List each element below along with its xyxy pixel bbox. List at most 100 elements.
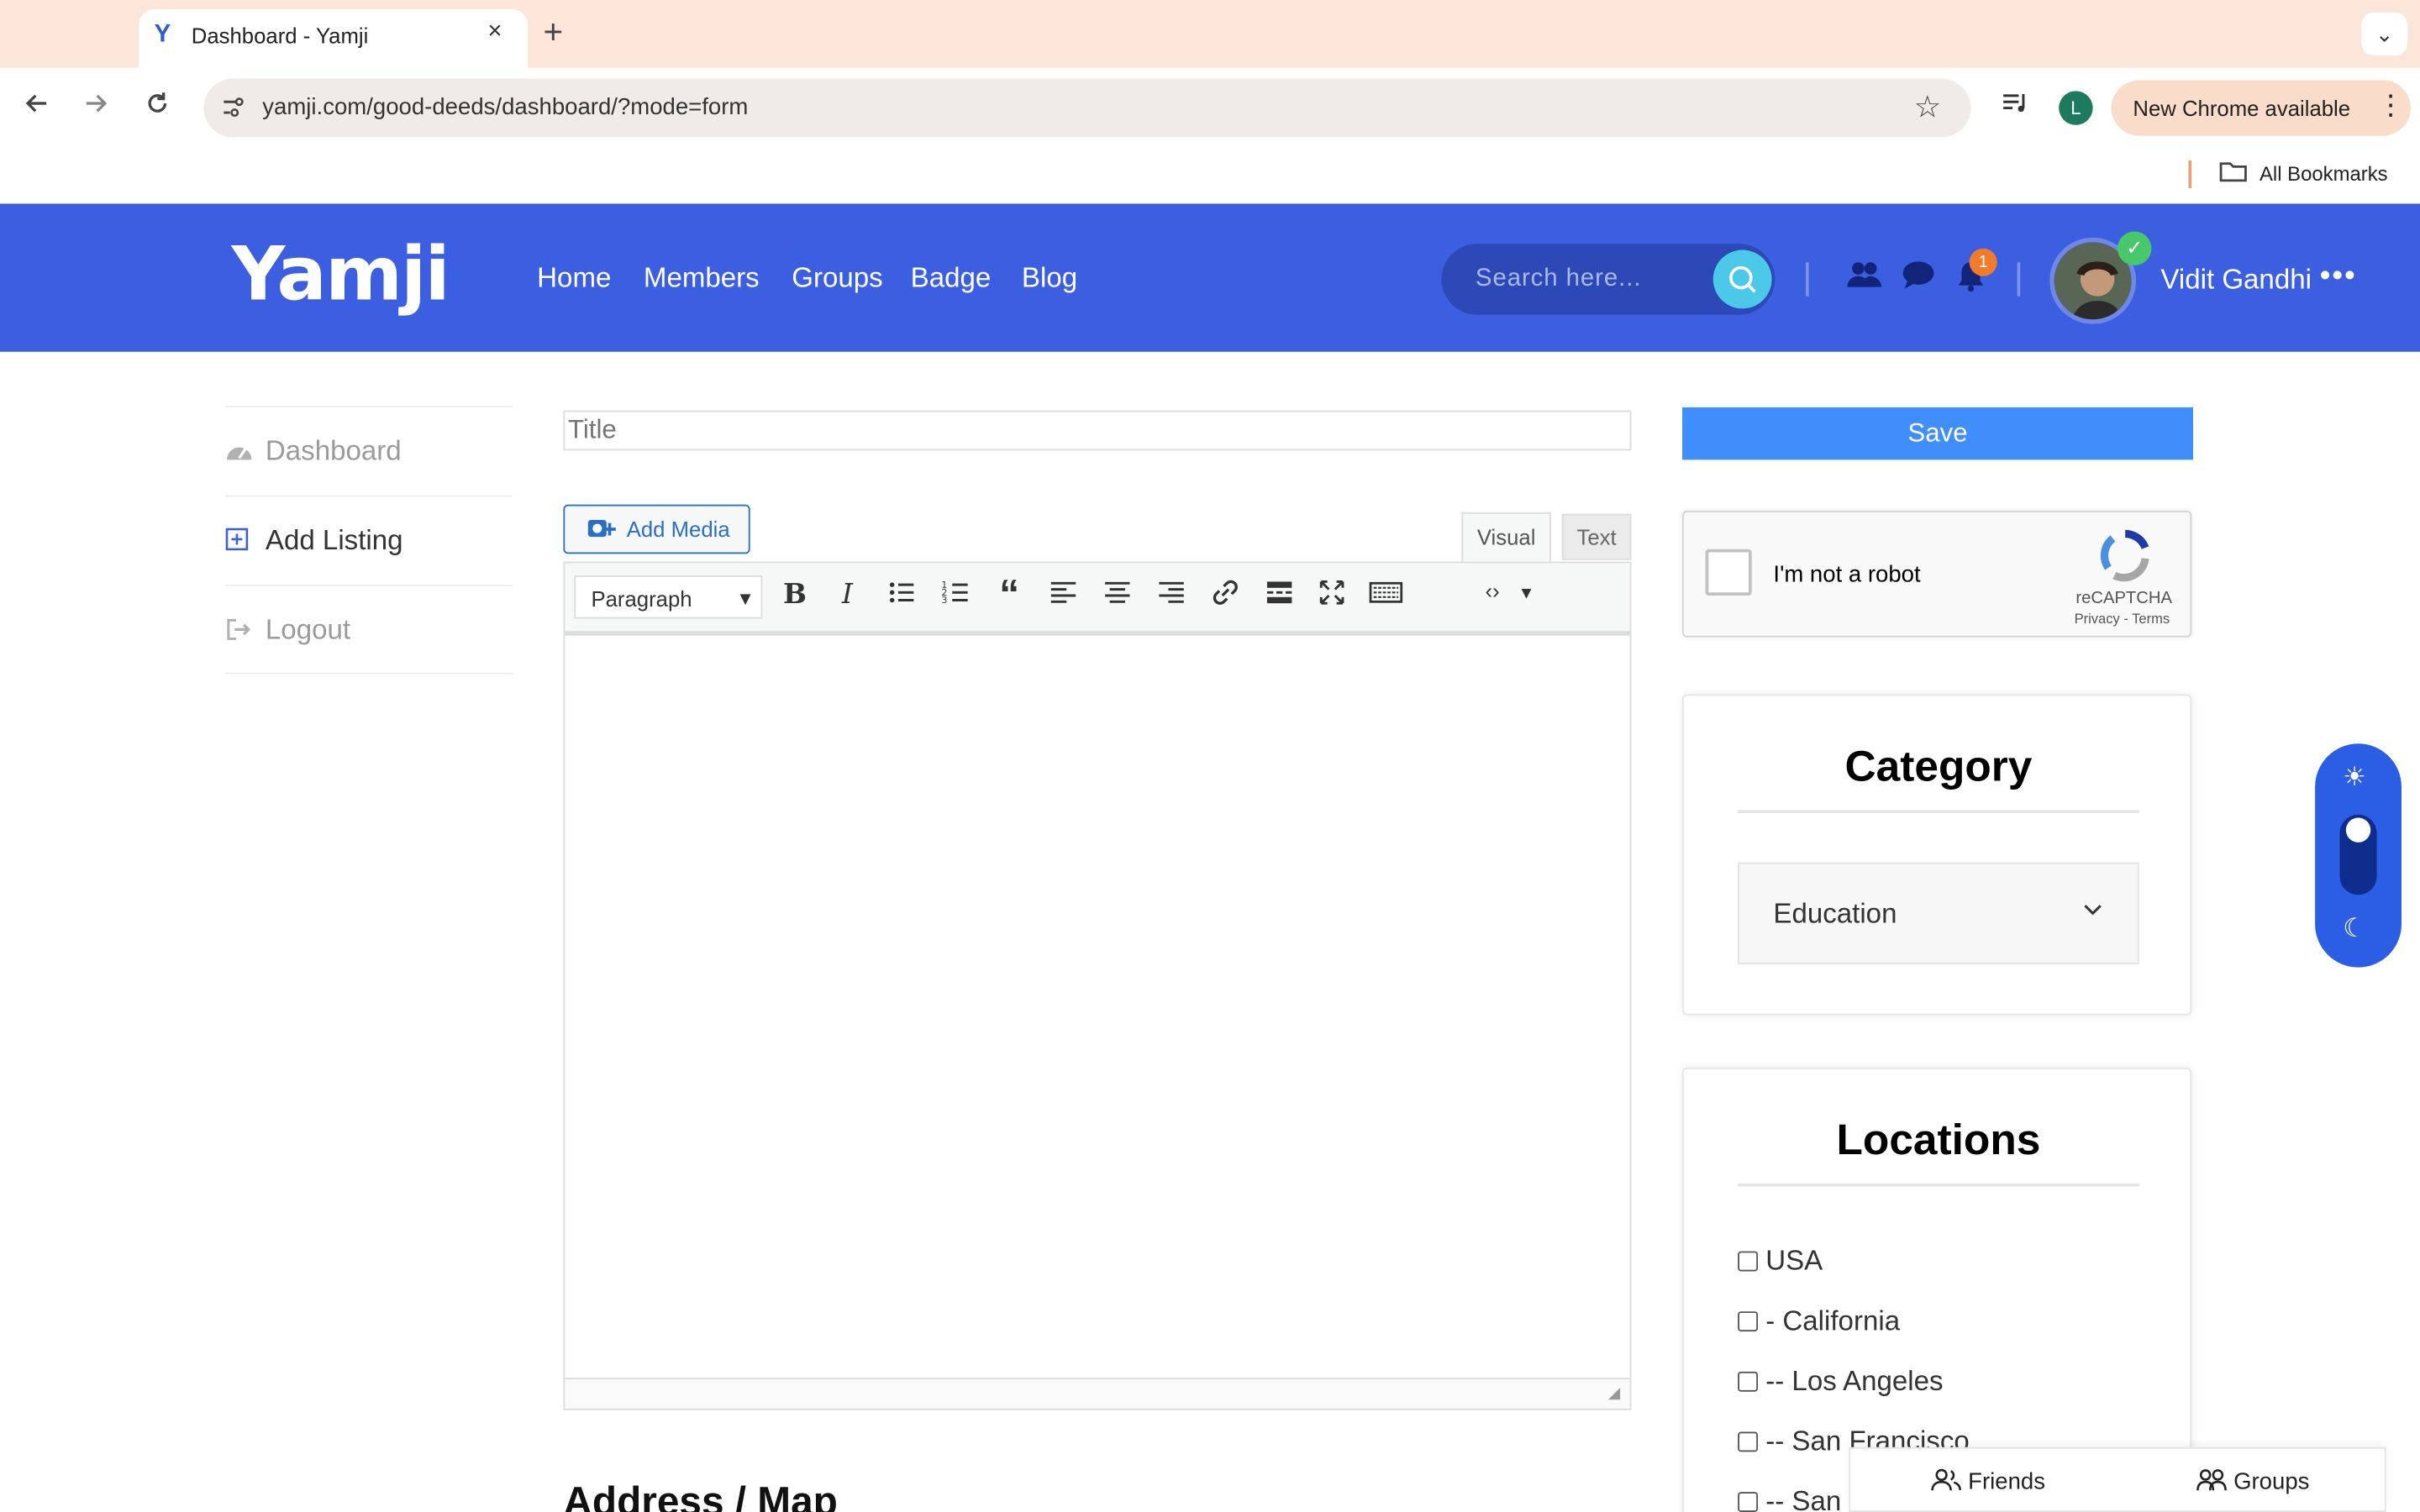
dropdown-arrow-icon: ▼	[736, 587, 755, 610]
recaptcha-checkbox[interactable]	[1705, 549, 1752, 596]
site-info-icon[interactable]	[219, 94, 247, 122]
new-chrome-button[interactable]: New Chrome available ⋮	[2111, 80, 2411, 136]
read-more-icon[interactable]	[1260, 579, 1300, 614]
editor-toolbar: Paragraph ▼ B I 123 “ ‹› ▼	[563, 561, 1632, 633]
chevron-down-icon	[2082, 898, 2104, 924]
new-chrome-label: New Chrome available	[2133, 95, 2351, 121]
numbered-list-icon[interactable]: 123	[935, 579, 976, 614]
align-left-icon[interactable]	[1044, 579, 1084, 614]
browser-tab[interactable]: Y Dashboard - Yamji ×	[139, 9, 529, 68]
close-tab-icon[interactable]: ×	[487, 18, 502, 46]
bold-icon[interactable]: B	[775, 579, 815, 612]
dashboard-icon	[225, 438, 253, 471]
back-arrow-icon[interactable]	[18, 90, 55, 125]
editor-content-area[interactable]	[563, 633, 1632, 1380]
category-divider	[1738, 810, 2139, 813]
link-icon[interactable]	[1205, 579, 1245, 614]
recaptcha-widget: I'm not a robot reCAPTCHA Privacy - Term…	[1682, 510, 2192, 638]
groups-tab[interactable]: Groups	[2196, 1467, 2310, 1495]
location-label: -- Los Angeles	[1765, 1365, 1944, 1397]
verified-check-icon: ✓	[2118, 231, 2152, 265]
location-label: USA	[1765, 1245, 1823, 1276]
moon-icon: ☾	[2343, 913, 2367, 943]
tab-visual[interactable]: Visual	[1461, 512, 1551, 562]
friends-tab[interactable]: Friends	[1931, 1467, 2045, 1495]
location-checkbox[interactable]	[1738, 1251, 1759, 1272]
nav-home[interactable]: Home	[537, 262, 611, 295]
bookmark-star-icon[interactable]: ☆	[1914, 88, 1942, 127]
location-option-california[interactable]: - California	[1738, 1305, 1900, 1338]
nav-members[interactable]: Members	[644, 262, 760, 295]
recaptcha-privacy-terms[interactable]: Privacy - Terms	[2075, 611, 2170, 626]
theme-switch-knob[interactable]	[2345, 817, 2371, 843]
friends-label: Friends	[1968, 1468, 2046, 1495]
category-title: Category	[1844, 742, 2033, 790]
address-bar[interactable]: yamji.com/good-deeds/dashboard/?mode=for…	[203, 78, 1971, 138]
url-text: yamji.com/good-deeds/dashboard/?mode=for…	[262, 94, 749, 121]
tab-title: Dashboard - Yamji	[191, 23, 369, 48]
location-checkbox[interactable]	[1738, 1492, 1759, 1512]
location-option-los-angeles[interactable]: -- Los Angeles	[1738, 1365, 1944, 1399]
format-select[interactable]: Paragraph ▼	[574, 575, 763, 619]
nav-groups[interactable]: Groups	[792, 262, 882, 295]
nav-blog[interactable]: Blog	[1022, 262, 1077, 295]
align-center-icon[interactable]	[1097, 579, 1138, 614]
category-select[interactable]: Education	[1738, 862, 2139, 964]
tab-text[interactable]: Text	[1561, 513, 1632, 560]
locations-divider	[1738, 1183, 2139, 1187]
bookmarks-bar: All Bookmarks	[0, 148, 2420, 204]
location-option-usa[interactable]: USA	[1738, 1245, 1823, 1278]
location-checkbox[interactable]	[1738, 1371, 1759, 1392]
save-button[interactable]: Save	[1682, 407, 2194, 460]
friends-icon[interactable]	[1846, 260, 1883, 300]
italic-icon[interactable]: I	[827, 579, 867, 612]
toolbar-toggle-icon[interactable]	[1366, 579, 1407, 614]
align-right-icon[interactable]	[1151, 579, 1192, 614]
sidebar-label-add-listing: Add Listing	[265, 524, 403, 556]
search-button[interactable]	[1712, 249, 1772, 309]
blockquote-icon[interactable]: “	[989, 574, 1029, 614]
title-input[interactable]	[563, 410, 1632, 451]
reload-icon[interactable]	[139, 90, 176, 125]
resize-handle-icon[interactable]: ◢	[1608, 1385, 1620, 1402]
sidebar-item-logout[interactable]: Logout	[225, 585, 513, 675]
yamji-logo[interactable]: Yamji	[232, 232, 450, 318]
location-checkbox[interactable]	[1738, 1311, 1759, 1332]
location-checkbox[interactable]	[1738, 1431, 1759, 1452]
new-tab-button[interactable]: +	[544, 13, 564, 53]
friends-icon	[1931, 1468, 1961, 1491]
search-box[interactable]: Search here...	[1441, 244, 1776, 315]
media-controls-icon[interactable]	[2000, 90, 2031, 125]
add-media-button[interactable]: Add Media	[563, 504, 750, 554]
plus-square-icon	[225, 528, 250, 560]
sidebar-item-add-listing[interactable]: Add Listing	[225, 495, 513, 585]
recaptcha-label: I'm not a robot	[1773, 561, 1921, 588]
groups-label: Groups	[2233, 1468, 2310, 1495]
browser-tab-strip: Y Dashboard - Yamji × + ⌄	[0, 0, 2420, 68]
bulleted-list-icon[interactable]	[881, 579, 922, 614]
more-options-icon[interactable]: •••	[2320, 260, 2357, 295]
header-divider	[1805, 262, 1809, 297]
bottom-chat-bar: Friends Groups	[1849, 1446, 2386, 1512]
sidebar-item-dashboard[interactable]: Dashboard	[225, 406, 513, 496]
tab-search-button[interactable]: ⌄	[2361, 12, 2408, 56]
sidebar-label-logout: Logout	[265, 614, 351, 645]
recaptcha-logo-icon	[2097, 528, 2153, 596]
format-select-value: Paragraph	[591, 585, 692, 612]
category-select-value: Education	[1773, 897, 1897, 929]
theme-toggle[interactable]: ☀ ☾	[2315, 743, 2402, 968]
locations-card: Locations USA - California -- Los Angele…	[1682, 1068, 2192, 1512]
all-bookmarks-link[interactable]: All Bookmarks	[2260, 162, 2388, 186]
profile-avatar[interactable]: L	[2059, 91, 2093, 125]
forward-arrow-icon[interactable]	[77, 90, 114, 125]
messages-icon[interactable]	[1902, 260, 1935, 300]
add-media-label: Add Media	[626, 517, 730, 542]
user-name[interactable]: Vidit Gandhi	[2160, 264, 2312, 297]
fullscreen-icon[interactable]	[1312, 579, 1352, 614]
search-input[interactable]: Search here...	[1476, 265, 1641, 293]
kebab-menu-icon[interactable]: ⋮	[2377, 90, 2405, 123]
svg-text:3: 3	[941, 595, 947, 606]
code-dropdown-arrow-icon[interactable]: ▼	[1507, 585, 1547, 603]
nav-badge[interactable]: Badge	[911, 262, 992, 295]
yamji-favicon-icon: Y	[154, 21, 171, 48]
